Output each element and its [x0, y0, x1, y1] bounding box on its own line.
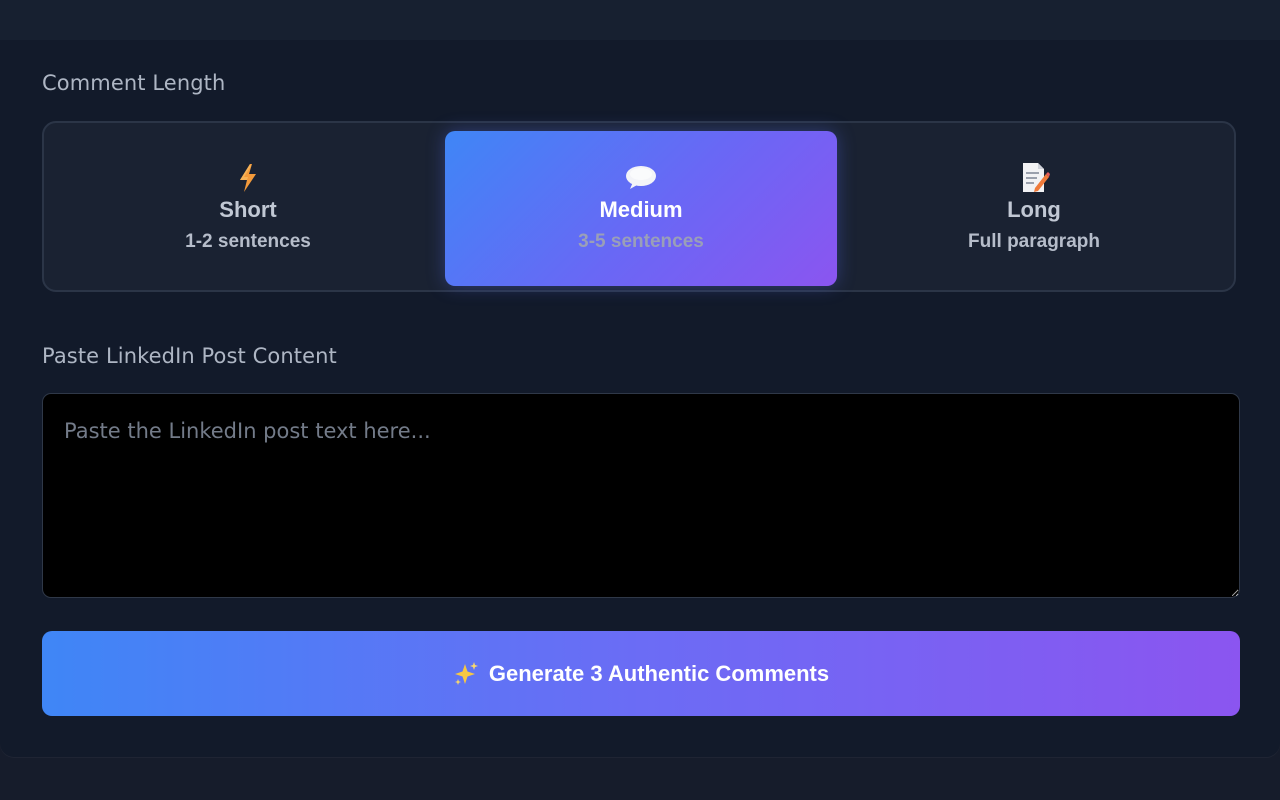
- post-content-wrapper: [42, 393, 1240, 598]
- memo-icon: [1017, 161, 1051, 195]
- length-option-short[interactable]: Short 1-2 sentences: [52, 131, 444, 286]
- top-bar: [0, 0, 1280, 42]
- generate-button-label: Generate 3 Authentic Comments: [488, 660, 830, 686]
- length-option-long[interactable]: Long Full paragraph: [838, 131, 1230, 286]
- speech-bubble-icon: [624, 161, 658, 195]
- length-option-title: Long: [1007, 197, 1061, 222]
- length-option-subtitle: Full paragraph: [968, 231, 1100, 252]
- length-option-title: Short: [219, 197, 277, 222]
- post-content-label: Paste LinkedIn Post Content: [42, 344, 337, 368]
- length-option-subtitle: 1-2 sentences: [185, 231, 311, 252]
- comment-length-label: Comment Length: [42, 71, 226, 95]
- length-option-title: Medium: [599, 197, 683, 222]
- generate-comments-button[interactable]: Generate 3 Authentic Comments: [42, 631, 1240, 716]
- lightning-icon: [231, 161, 265, 195]
- length-option-subtitle: 3-5 sentences: [578, 231, 704, 252]
- sparkles-icon: [453, 661, 479, 687]
- comment-length-selector: Short 1-2 sentences Medium 3-5 sentences: [42, 121, 1236, 292]
- post-content-input[interactable]: [42, 393, 1240, 598]
- length-option-medium[interactable]: Medium 3-5 sentences: [445, 131, 837, 286]
